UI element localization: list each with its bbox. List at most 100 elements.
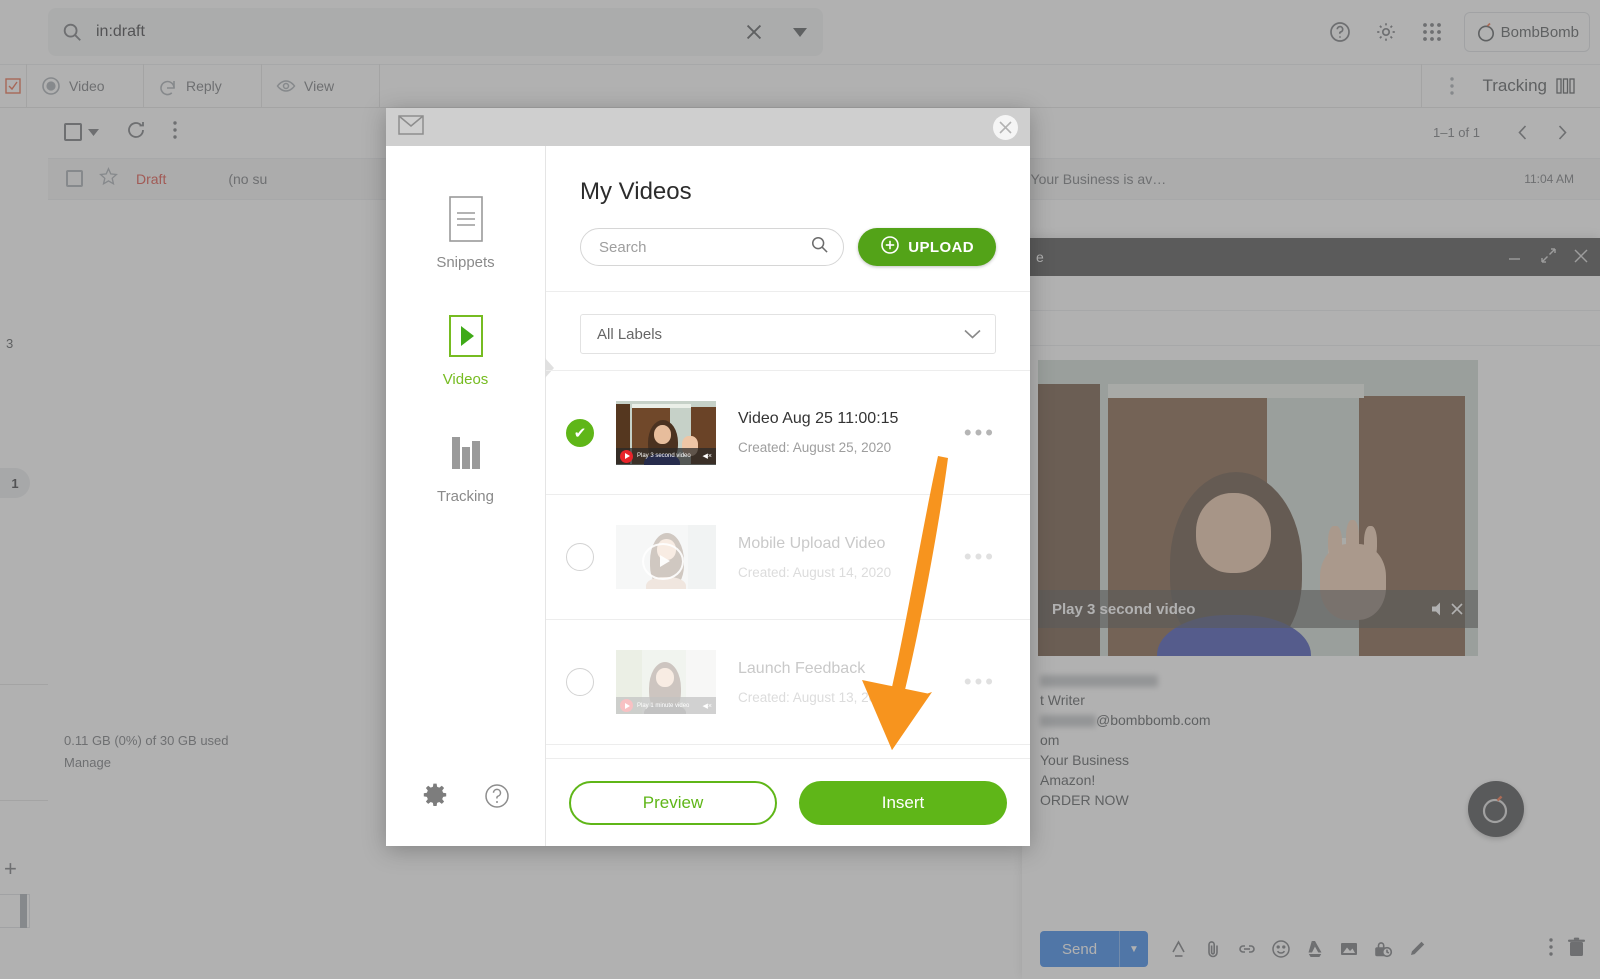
list-pagination: 1–1 of 1	[1433, 112, 1600, 152]
video-overflow-menu-icon[interactable]: •••	[964, 669, 996, 695]
bb-tracking-button[interactable]: Tracking	[1482, 76, 1600, 96]
close-icon[interactable]	[993, 115, 1018, 140]
gmail-search-input[interactable]	[96, 23, 731, 41]
video-thumbnail[interactable]	[616, 525, 716, 589]
gmail-search-bar[interactable]	[48, 8, 823, 56]
list-item[interactable]: Mobile Upload Video Created: August 14, …	[546, 495, 1030, 620]
sidebar-item-tracking[interactable]: Tracking	[386, 428, 545, 505]
video-overflow-menu-icon[interactable]: •••	[964, 420, 996, 446]
search-input[interactable]	[599, 238, 811, 256]
videos-search-field[interactable]	[580, 228, 845, 266]
row-checkbox[interactable]	[66, 170, 83, 187]
chevron-down-icon[interactable]	[964, 326, 981, 343]
confidential-mode-icon[interactable]	[1368, 934, 1398, 964]
insert-emoji-icon[interactable]	[1266, 934, 1296, 964]
select-all-chevron-icon[interactable]	[88, 123, 99, 141]
help-circle-icon[interactable]	[483, 782, 511, 815]
close-icon[interactable]	[1574, 249, 1588, 266]
mute-icon[interactable]	[1431, 601, 1464, 617]
add-icon[interactable]: +	[4, 856, 17, 882]
sidebar-item-label: Videos	[442, 371, 489, 388]
attach-file-icon[interactable]	[1198, 934, 1228, 964]
bb-view-button[interactable]: View	[262, 64, 380, 108]
list-item[interactable]: ✔ Play 3 second video ◀× Video Aug 25 11…	[546, 370, 1030, 495]
row-subject: (no su	[228, 170, 268, 187]
insert-button[interactable]: Insert	[799, 780, 1007, 825]
modal-body: Snippets Videos Tracking My Videos Searc…	[386, 146, 1030, 846]
gear-icon[interactable]	[421, 782, 449, 815]
labels-filter-select[interactable]: All Labels	[580, 314, 996, 354]
play-icon	[620, 699, 633, 712]
video-meta: Mobile Upload Video Created: August 14, …	[738, 535, 964, 580]
bombbomb-video-modal: Snippets Videos Tracking My Videos Searc…	[386, 108, 1030, 846]
star-icon[interactable]	[99, 166, 118, 191]
video-thumbnail[interactable]: Play 1 minute video ◀×	[616, 650, 716, 714]
refresh-icon[interactable]	[125, 119, 147, 146]
sig-line-6: Amazon!	[1040, 772, 1096, 788]
bb-reply-button[interactable]: Reply	[144, 64, 262, 108]
bombbomb-toolbar-strip: Video Reply View Tracking	[0, 64, 1600, 108]
compose-window: e Play 3 second video t Writer @bombbomb…	[1022, 238, 1600, 979]
compose-subject-field[interactable]	[1022, 311, 1600, 346]
record-video-fab[interactable]	[1468, 781, 1524, 837]
search-icon[interactable]	[810, 235, 829, 259]
upload-button[interactable]: UPLOAD	[858, 228, 996, 266]
rail-panel-handle[interactable]	[20, 894, 27, 928]
modal-main-header: My Videos Search UPLOAD	[546, 146, 1030, 266]
insert-link-icon[interactable]	[1232, 934, 1262, 964]
text-format-icon[interactable]	[1164, 934, 1194, 964]
sidebar-item-videos[interactable]: Videos	[386, 311, 545, 388]
sig-line-4: om	[1040, 732, 1060, 748]
expand-icon[interactable]	[1541, 248, 1556, 266]
bombbomb-account-label: BombBomb	[1500, 23, 1579, 41]
help-circle-icon[interactable]	[1320, 12, 1360, 52]
google-drive-icon[interactable]	[1300, 934, 1330, 964]
compose-footer-toolbar: Send ▼	[1022, 919, 1600, 979]
inserted-video-thumbnail[interactable]: Play 3 second video	[1038, 360, 1478, 656]
bb-video-label: Video	[69, 78, 105, 94]
sidebar-item-snippets[interactable]: Snippets	[386, 194, 545, 271]
send-options-chevron-icon[interactable]: ▼	[1120, 944, 1148, 955]
mute-icon: ◀×	[702, 453, 712, 460]
compose-recipients-field[interactable]	[1022, 276, 1600, 311]
insert-signature-icon[interactable]	[1402, 934, 1432, 964]
videos-list: ✔ Play 3 second video ◀× Video Aug 25 11…	[546, 370, 1030, 758]
video-select-radio[interactable]	[566, 543, 594, 571]
sig-line-1	[1040, 670, 1600, 690]
bb-overflow-menu-icon[interactable]	[1422, 77, 1482, 95]
labels-filter-wrap: All Labels	[546, 291, 1030, 354]
video-caption-text: Play 3 second video	[1052, 600, 1196, 618]
video-name: Launch Feedback	[738, 659, 866, 677]
plus-circle-icon	[880, 235, 900, 259]
send-button[interactable]: Send ▼	[1040, 931, 1148, 967]
bombbomb-account-chip[interactable]: BombBomb	[1463, 12, 1590, 52]
compose-body[interactable]: Play 3 second video t Writer @bombbomb.c…	[1022, 346, 1600, 810]
video-created: Created: August 14, 2020	[738, 564, 892, 580]
storage-info: 0.11 GB (0%) of 30 GB used Manage	[64, 730, 229, 774]
clear-search-icon[interactable]	[731, 21, 777, 43]
modal-main: My Videos Search UPLOAD All Labels ✔ Pla…	[546, 146, 1030, 846]
video-name: Mobile Upload Video	[738, 534, 886, 552]
preview-button[interactable]: Preview	[569, 780, 777, 825]
list-overflow-menu-icon[interactable]	[173, 120, 177, 144]
insert-photo-icon[interactable]	[1334, 934, 1364, 964]
storage-manage-link[interactable]: Manage	[64, 752, 229, 774]
minimize-icon[interactable]	[1508, 249, 1523, 265]
discard-draft-icon[interactable]	[1567, 937, 1586, 962]
video-thumbnail[interactable]: Play 3 second video ◀×	[616, 400, 716, 465]
gear-icon[interactable]	[1366, 12, 1406, 52]
apps-grid-icon[interactable]	[1412, 12, 1452, 52]
search-options-chevron-icon[interactable]	[777, 27, 823, 37]
compose-more-options-icon[interactable]	[1549, 937, 1553, 961]
sig-line-3: @bombbomb.com	[1040, 710, 1600, 730]
video-select-radio[interactable]: ✔	[566, 418, 594, 447]
video-select-radio[interactable]	[566, 668, 594, 696]
bb-video-button[interactable]: Video	[26, 64, 144, 108]
thumbnail-play-bar: Play 3 second video ◀×	[616, 447, 716, 465]
pagination-prev-icon[interactable]	[1502, 112, 1542, 152]
select-all-checkbox[interactable]	[64, 123, 82, 141]
rail-badge-1[interactable]: 1	[0, 468, 30, 498]
video-overflow-menu-icon[interactable]: •••	[964, 544, 996, 570]
list-item[interactable]: Play 1 minute video ◀× Launch Feedback C…	[546, 620, 1030, 745]
pagination-next-icon[interactable]	[1542, 112, 1582, 152]
